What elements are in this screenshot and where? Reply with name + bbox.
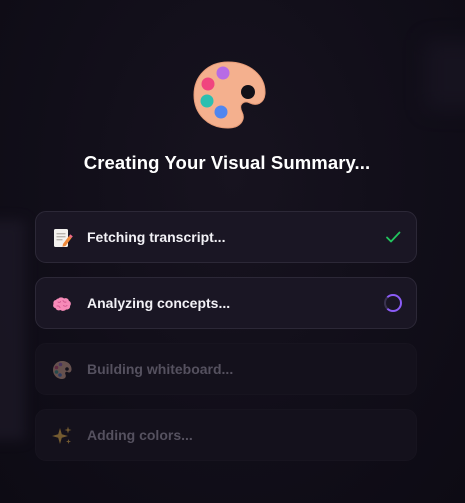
step-label: Building whiteboard...	[87, 361, 234, 377]
step-analyzing-concepts: Analyzing concepts...	[35, 277, 417, 329]
memo-icon	[51, 227, 73, 249]
step-fetching-transcript: Fetching transcript...	[35, 211, 417, 263]
checkmark-icon	[384, 228, 402, 246]
loading-screen: Creating Your Visual Summary... Fetching…	[0, 0, 465, 503]
step-building-whiteboard: Building whiteboard...	[35, 343, 417, 395]
brain-icon	[51, 293, 73, 315]
step-label: Adding colors...	[87, 427, 193, 443]
step-label: Analyzing concepts...	[87, 295, 231, 311]
page-title: Creating Your Visual Summary...	[83, 152, 371, 173]
step-adding-colors: Adding colors...	[35, 409, 417, 461]
background-panel-left	[0, 220, 25, 440]
sparkles-icon	[51, 425, 73, 447]
background-panel-right	[425, 40, 465, 110]
step-label: Fetching transcript...	[87, 229, 226, 245]
spinner-icon	[384, 294, 402, 312]
palette-icon	[190, 58, 268, 132]
palette-icon	[51, 359, 73, 381]
